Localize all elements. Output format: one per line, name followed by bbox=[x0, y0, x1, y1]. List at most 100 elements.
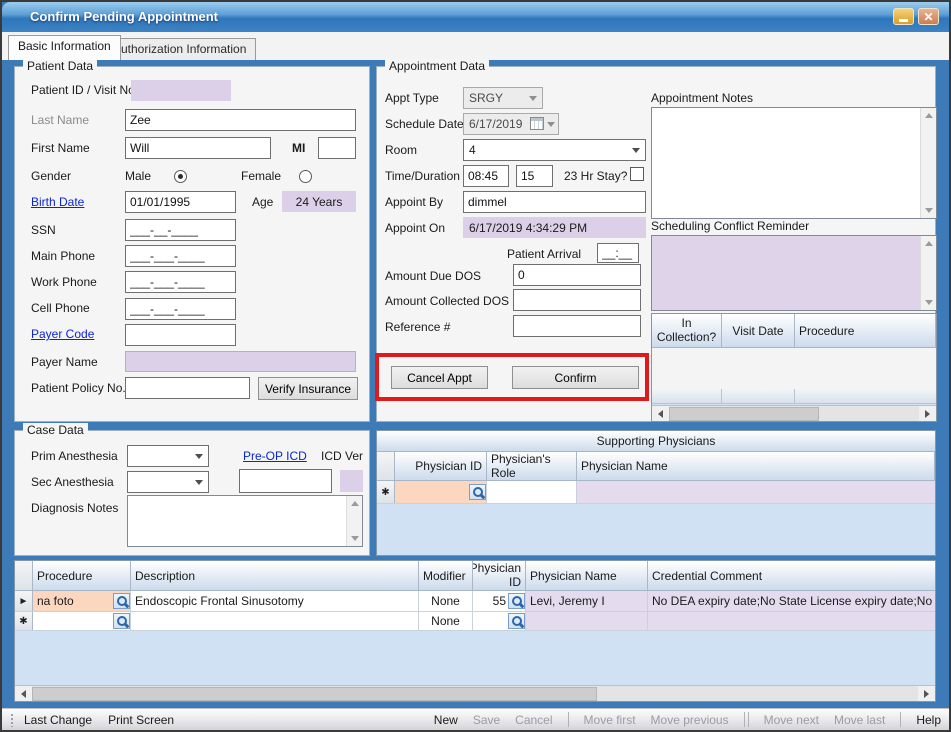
column-header-procedure[interactable]: Procedure bbox=[795, 314, 936, 347]
move-previous-button[interactable]: Move previous bbox=[651, 713, 729, 727]
procedure-new-row[interactable]: ✱ None bbox=[15, 612, 935, 631]
appt-type-select[interactable]: SRGY bbox=[463, 87, 543, 109]
move-last-button[interactable]: Move last bbox=[834, 713, 885, 727]
description-cell[interactable] bbox=[131, 612, 419, 630]
column-header-physician-id[interactable]: Physician ID bbox=[473, 561, 526, 590]
preop-icd-input[interactable] bbox=[239, 469, 332, 493]
search-icon[interactable] bbox=[113, 613, 130, 629]
physician-name-cell[interactable] bbox=[526, 612, 648, 630]
collection-grid-hscrollbar[interactable] bbox=[652, 405, 936, 421]
conflict-reminder-textarea[interactable] bbox=[651, 235, 937, 311]
new-button[interactable]: New bbox=[434, 713, 458, 727]
procedure-row[interactable]: ► na foto Endoscopic Frontal Sinusotomy … bbox=[15, 591, 935, 612]
column-header-physician-name[interactable]: Physician Name bbox=[577, 452, 935, 480]
scroll-right-icon[interactable] bbox=[918, 686, 935, 701]
modifier-cell[interactable]: None bbox=[419, 591, 473, 611]
move-next-button[interactable]: Move next bbox=[764, 713, 819, 727]
mi-input[interactable] bbox=[318, 137, 356, 159]
column-header-physician-role[interactable]: Physician's Role bbox=[487, 452, 577, 480]
save-button[interactable]: Save bbox=[473, 713, 500, 727]
scroll-up-icon[interactable] bbox=[925, 113, 933, 118]
scroll-down-icon[interactable] bbox=[925, 208, 933, 213]
patient-data-group: Patient Data Patient ID / Visit No. Last… bbox=[14, 66, 370, 422]
help-button[interactable]: Help bbox=[916, 713, 941, 727]
procedures-grid-hscrollbar[interactable] bbox=[15, 685, 935, 701]
scroll-right-icon[interactable] bbox=[919, 406, 936, 421]
cancel-button[interactable]: Cancel bbox=[515, 713, 552, 727]
search-icon[interactable] bbox=[508, 593, 525, 609]
scroll-left-icon[interactable] bbox=[15, 686, 32, 701]
column-header-modifier[interactable]: Modifier bbox=[419, 561, 473, 590]
main-phone-input[interactable] bbox=[125, 245, 236, 267]
cell-phone-input[interactable] bbox=[125, 298, 236, 320]
physician-name-cell[interactable]: Levi, Jeremy I bbox=[526, 591, 648, 611]
birth-date-link[interactable]: Birth Date bbox=[31, 195, 84, 209]
cancel-appt-button[interactable]: Cancel Appt bbox=[391, 366, 488, 389]
diagnosis-notes-textarea[interactable] bbox=[127, 495, 363, 547]
tab-authorization-information[interactable]: Authorization Information bbox=[103, 38, 256, 60]
payer-code-input[interactable] bbox=[125, 324, 236, 346]
scroll-up-icon[interactable] bbox=[351, 501, 359, 506]
procedure-cell[interactable] bbox=[33, 612, 131, 630]
column-header-description[interactable]: Description bbox=[131, 561, 419, 590]
physician-id-cell[interactable] bbox=[473, 612, 526, 630]
column-header-visit-date[interactable]: Visit Date bbox=[722, 314, 795, 347]
status-bar-actions: New Save Cancel Move first Move previous… bbox=[434, 712, 941, 727]
last-change-button[interactable]: Last Change bbox=[24, 713, 92, 727]
notes-scrollbar[interactable] bbox=[920, 108, 936, 218]
physician-id-cell[interactable]: 55 bbox=[473, 591, 526, 611]
last-name-input[interactable] bbox=[125, 109, 356, 131]
female-radio[interactable] bbox=[299, 170, 312, 183]
appointment-notes-textarea[interactable] bbox=[651, 107, 937, 219]
diagnosis-scrollbar[interactable] bbox=[346, 496, 362, 546]
tab-basic-information[interactable]: Basic Information bbox=[8, 35, 121, 60]
work-phone-input[interactable] bbox=[125, 271, 236, 293]
duration-input[interactable] bbox=[516, 165, 553, 187]
move-first-button[interactable]: Move first bbox=[584, 713, 636, 727]
male-radio[interactable] bbox=[174, 170, 187, 183]
modifier-cell[interactable]: None bbox=[419, 612, 473, 630]
scroll-up-icon[interactable] bbox=[925, 241, 933, 246]
column-header-in-collection[interactable]: In Collection? bbox=[652, 314, 722, 347]
amount-collected-input[interactable] bbox=[513, 289, 641, 311]
physician-role-cell[interactable] bbox=[487, 481, 577, 503]
prim-anesthesia-select[interactable] bbox=[127, 445, 209, 467]
minimize-button[interactable] bbox=[893, 8, 914, 25]
first-name-input[interactable] bbox=[125, 137, 271, 159]
policy-input[interactable] bbox=[125, 377, 250, 399]
search-icon[interactable] bbox=[113, 593, 130, 609]
physician-id-cell[interactable] bbox=[395, 481, 487, 503]
conflict-scrollbar[interactable] bbox=[920, 236, 936, 310]
print-screen-button[interactable]: Print Screen bbox=[108, 713, 174, 727]
close-button[interactable]: ✕ bbox=[918, 8, 939, 25]
search-icon[interactable] bbox=[469, 484, 486, 500]
payer-code-link[interactable]: Payer Code bbox=[31, 327, 94, 341]
birth-date-input[interactable] bbox=[125, 191, 236, 213]
schedule-date-picker[interactable]: 6/17/2019 bbox=[463, 113, 559, 135]
scrollbar-thumb[interactable] bbox=[669, 407, 819, 421]
confirm-button[interactable]: Confirm bbox=[512, 366, 639, 389]
column-header-credential-comment[interactable]: Credential Comment bbox=[648, 561, 935, 590]
room-select[interactable]: 4 bbox=[463, 139, 646, 161]
scroll-left-icon[interactable] bbox=[652, 406, 669, 421]
patient-arrival-input[interactable] bbox=[597, 243, 639, 263]
search-icon[interactable] bbox=[508, 613, 525, 629]
scroll-down-icon[interactable] bbox=[351, 536, 359, 541]
reference-input[interactable] bbox=[513, 315, 641, 337]
column-header-procedure[interactable]: Procedure bbox=[33, 561, 131, 590]
scroll-down-icon[interactable] bbox=[925, 300, 933, 305]
appoint-by-input[interactable] bbox=[463, 191, 646, 213]
preop-icd-link[interactable]: Pre-OP ICD bbox=[243, 449, 307, 463]
hr23-checkbox[interactable] bbox=[630, 167, 644, 181]
description-cell[interactable]: Endoscopic Frontal Sinusotomy bbox=[131, 591, 419, 611]
verify-insurance-button[interactable]: Verify Insurance bbox=[258, 377, 358, 400]
supporting-grid-new-row[interactable]: ✱ bbox=[377, 481, 935, 504]
column-header-physician-name[interactable]: Physician Name bbox=[526, 561, 648, 590]
sec-anesthesia-select[interactable] bbox=[127, 471, 209, 493]
column-header-physician-id[interactable]: Physician ID bbox=[395, 452, 487, 480]
procedure-cell[interactable]: na foto bbox=[33, 591, 131, 611]
ssn-input[interactable] bbox=[125, 219, 236, 241]
time-input[interactable] bbox=[463, 165, 509, 187]
amount-due-input[interactable] bbox=[513, 264, 641, 286]
scrollbar-thumb[interactable] bbox=[32, 687, 597, 701]
